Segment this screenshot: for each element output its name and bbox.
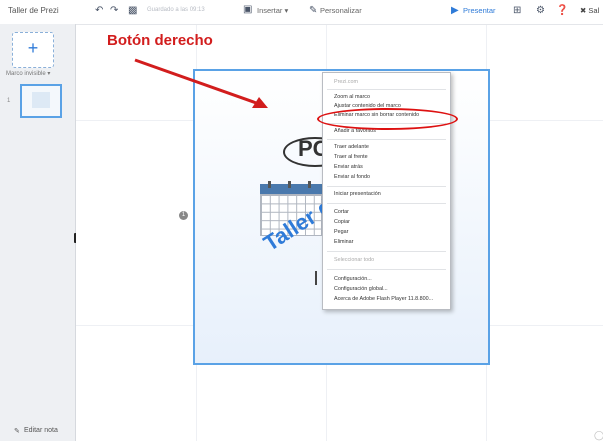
arrow-shaft xyxy=(134,58,263,107)
annotation-arrow xyxy=(134,58,268,108)
